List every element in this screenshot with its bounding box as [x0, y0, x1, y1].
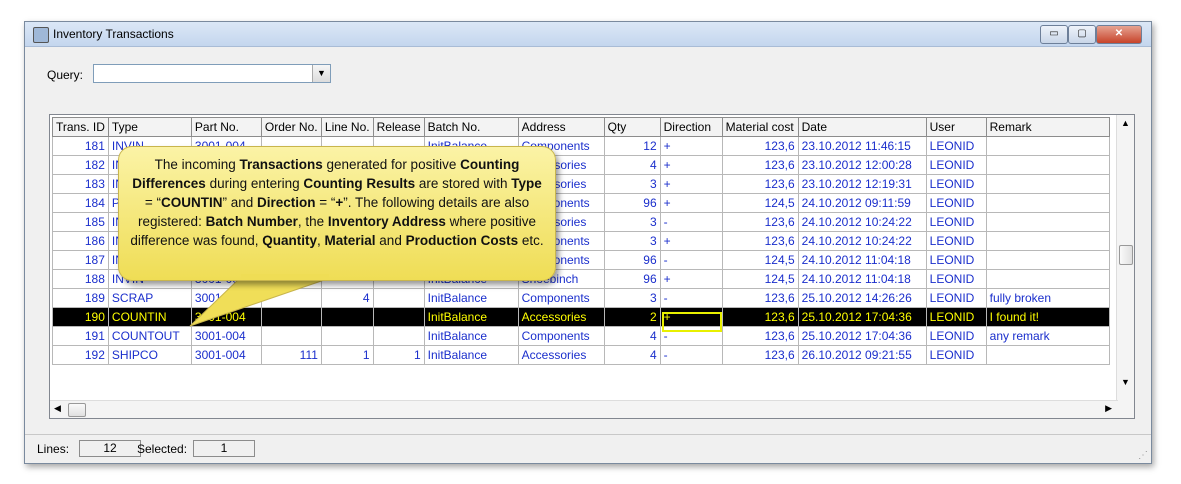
callout-note: The incoming Transactions generated for …: [118, 146, 556, 281]
callout-text: The incoming Transactions generated for …: [130, 157, 544, 248]
